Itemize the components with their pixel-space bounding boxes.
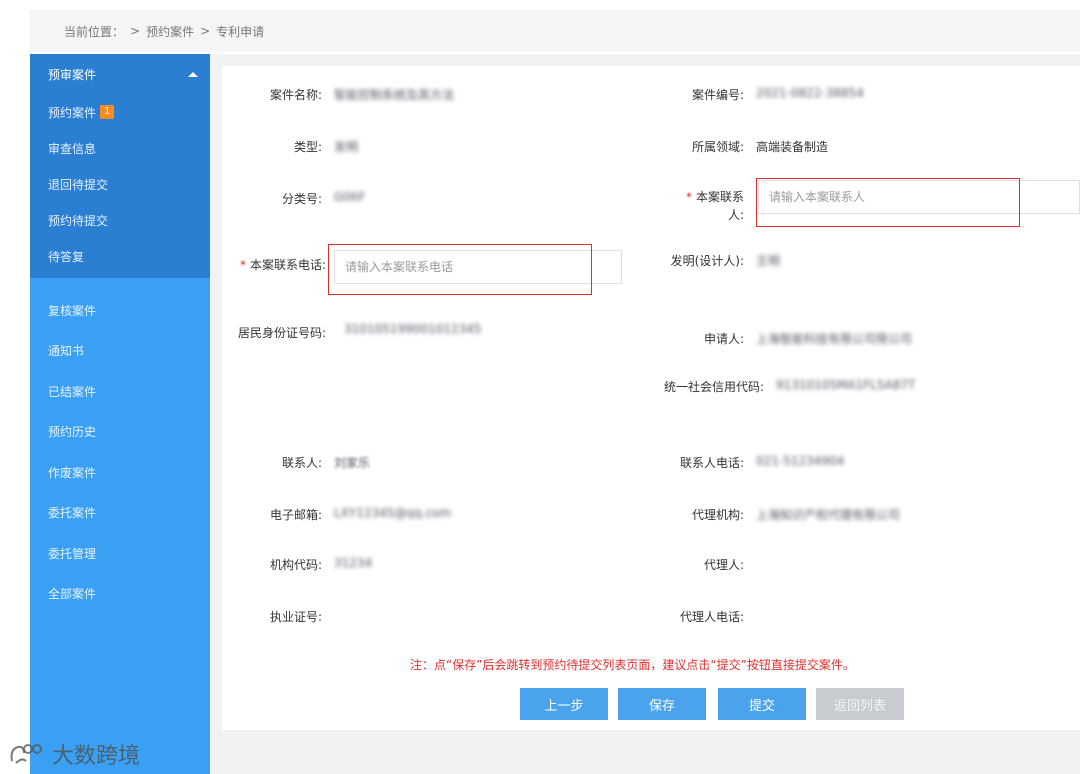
contact-label-line2: 人: [727,208,744,222]
class-no-label: 分类号: [281,192,322,206]
case-no-label: 案件编号: [691,88,744,102]
contact-label-line1: 本案联系 [695,190,744,204]
back-to-list-button[interactable]: 返回列表 [816,688,904,720]
sidebar-menu: 复核案件 通知书 已结案件 预约历史 作废案件 委托案件 委托管理 全部案件 [30,278,210,614]
sidebar-item-label: 预约历史 [48,425,97,440]
email-value: LXY12345@qq.com [334,506,452,520]
content-left-gap [210,54,222,774]
email-label: 电子邮箱: [269,508,322,522]
contact-phone-value: 021-51234904 [756,454,845,468]
form-panel [222,66,1080,730]
phone-label-text: 本案联系电话: [249,258,326,272]
caret-up-icon [188,71,198,77]
watermark-text: 大数跨境 [52,744,141,769]
sidebar-item-entrusted[interactable]: 委托案件 [30,493,210,534]
breadcrumb: 当前位置： > 预约案件 > 专利申请 [30,10,1080,52]
breadcrumb-prefix: 当前位置： [64,24,125,39]
type-label: 类型: [293,140,322,154]
sidebar-item-label: 作废案件 [48,465,97,480]
applicant-label: 申请人: [703,332,744,346]
breadcrumb-item-patent: 专利申请 [216,24,265,39]
sidebar-item-entrust-manage[interactable]: 委托管理 [30,533,210,574]
type-value: 发明 [334,140,359,154]
sidebar-item-label: 通知书 [48,344,85,359]
sidebar-item-pending-submit[interactable]: 预约待提交 [30,202,210,238]
sidebar-item-pending-reply[interactable]: 待答复 [30,238,210,274]
sidebar-item-label: 待答复 [48,249,85,264]
sidebar-item-returned[interactable]: 退回待提交 [30,166,210,202]
applicant-value: 上海智能科技有限公司限公司 [756,332,913,346]
save-note: 注：点“保存”后会跳转到预约待提交列表页面，建议点击“提交”按钮直接提交案件。 [410,658,855,672]
required-asterisk: * [685,190,692,204]
class-no-value: G06F [334,190,366,204]
highlight-box [328,244,592,295]
watermark: 大数跨境 [8,738,140,770]
inventor-value: 王明 [756,254,781,268]
case-name-value: 智能控制系统及其方法 [334,88,455,102]
prev-step-button[interactable]: 上一步 [520,688,608,720]
sidebar-item-label: 预约案件 [48,105,97,120]
org-code-label: 机构代码: [269,558,322,572]
footer-gap [222,730,1080,774]
id-number-label: 居民身份证号码: [237,326,326,340]
sidebar-item-history[interactable]: 预约历史 [30,412,210,453]
sidebar-item-notices[interactable]: 通知书 [30,331,210,372]
sidebar-item-all[interactable]: 全部案件 [30,574,210,615]
sidebar-item-label: 全部案件 [48,587,97,602]
count-badge: 1 [100,105,115,119]
save-button[interactable]: 保存 [618,688,706,720]
agent-label: 代理人: [703,558,744,572]
cert-no-label: 执业证号: [269,610,322,624]
breadcrumb-separator: > [130,24,141,38]
sidebar-item-reserved-cases[interactable]: 预约案件 1 [30,94,210,130]
sidebar: 预审案件 预约案件 1 审查信息 退回待提交 预约待提交 待答复 复核案件 通知… [30,54,210,774]
agency-value: 上海知识产权代理有限公司 [756,508,901,522]
sidebar-item-voided[interactable]: 作废案件 [30,452,210,493]
sidebar-group-pre-review[interactable]: 预审案件 [30,54,210,94]
contact-label: * 本案联系 人: [680,188,744,224]
org-code-value: 31234 [334,556,373,570]
case-no-value: 2021-0822-38854 [756,86,864,100]
inventor-label: 发明(设计人): [670,254,744,268]
credit-code-value: 91310105MA1FL5A87T [776,378,916,392]
sidebar-item-closed[interactable]: 已结案件 [30,371,210,412]
highlight-box [756,178,1020,227]
domain-value: 高端装备制造 [756,140,829,154]
credit-code-label: 统一社会信用代码: [663,380,764,394]
agent-phone-label: 代理人电话: [679,610,744,624]
phone-label: * 本案联系电话: [234,256,326,273]
id-number-value: 310105199001012345 [344,322,482,336]
submit-button[interactable]: 提交 [718,688,806,720]
required-asterisk: * [239,258,246,272]
contact-phone-label: 联系人电话: [679,456,744,470]
sidebar-item-label: 审查信息 [48,141,97,156]
sidebar-item-label: 预约待提交 [48,213,109,228]
sidebar-group-label: 预审案件 [48,67,97,82]
sidebar-item-review-info[interactable]: 审查信息 [30,130,210,166]
watermark-logo-icon [10,744,42,764]
sidebar-submenu: 预约案件 1 审查信息 退回待提交 预约待提交 待答复 [30,94,210,278]
agency-label: 代理机构: [691,508,744,522]
contact-person-value: 刘家乐 [334,456,371,470]
contact-person-label: 联系人: [281,456,322,470]
breadcrumb-item-reservation[interactable]: 预约案件 [146,23,194,40]
sidebar-item-label: 委托案件 [48,506,97,521]
content-top-gap [210,54,1080,66]
breadcrumb-separator: > [200,24,211,38]
domain-label: 所属领域: [691,140,744,154]
sidebar-item-label: 复核案件 [48,303,97,318]
sidebar-item-recheck[interactable]: 复核案件 [30,290,210,331]
sidebar-item-label: 退回待提交 [48,177,109,192]
sidebar-item-label: 委托管理 [48,546,97,561]
sidebar-item-label: 已结案件 [48,384,97,399]
case-name-label: 案件名称: [269,88,322,102]
